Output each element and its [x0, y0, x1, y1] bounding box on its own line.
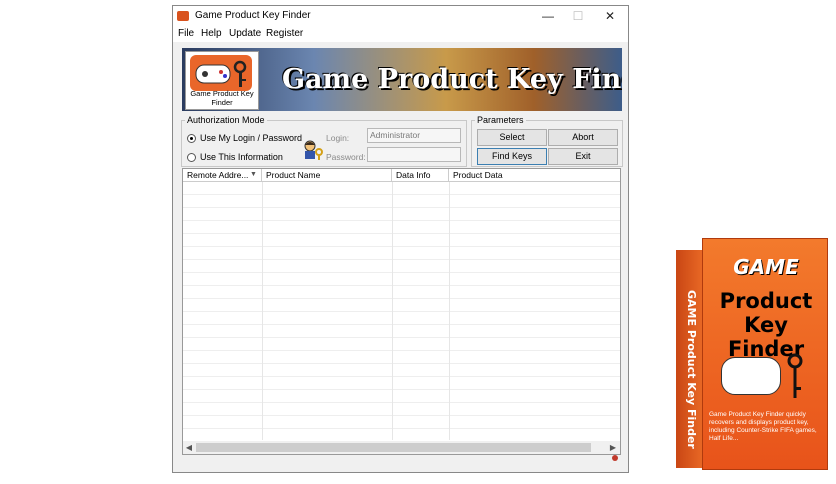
radio-use-info[interactable] — [187, 153, 196, 162]
parameters-group: Parameters Select Computers Abort Find K… — [471, 115, 623, 167]
find-keys-button[interactable]: Find Keys — [477, 148, 547, 165]
column-divider — [392, 182, 393, 440]
menu-update[interactable]: Update — [229, 28, 261, 39]
box-side-text: GAME Product Key Finder — [685, 290, 698, 449]
password-label: Password: — [326, 152, 366, 162]
key-icon — [787, 353, 803, 398]
column-product-data[interactable]: Product Data — [449, 169, 620, 181]
app-window: Game Product Key Finder — ☐ ✕ File Help … — [172, 5, 629, 473]
user-key-icon — [302, 139, 324, 161]
scroll-left-icon[interactable]: ◀ — [183, 441, 195, 454]
horizontal-scrollbar[interactable]: ◀ ▶ — [183, 441, 620, 454]
radio-use-login[interactable] — [187, 134, 196, 143]
table-header: Remote Addre... ▼ Product Name Data Info… — [183, 169, 620, 182]
auth-legend: Authorization Mode — [187, 115, 265, 125]
box-title-key-finder: Key Finder — [727, 313, 805, 361]
gamepad-key-icon — [190, 55, 252, 91]
results-table[interactable]: Remote Addre... ▼ Product Name Data Info… — [182, 168, 621, 455]
logo: Game Product Key Finder — [185, 51, 259, 110]
window-title: Game Product Key Finder — [195, 10, 311, 21]
authorization-mode-group: Authorization Mode Use My Login / Passwo… — [181, 115, 467, 167]
menu-file[interactable]: File — [178, 28, 194, 39]
box-front: GAME Product Key Finder Game Product Key… — [702, 238, 828, 470]
minimize-button[interactable]: — — [533, 6, 563, 26]
login-field[interactable]: Administrator — [367, 128, 461, 143]
exit-button[interactable]: Exit — [548, 148, 618, 165]
sort-down-icon: ▼ — [250, 171, 257, 178]
product-box-art: GAME Product Key Finder GAME Product Key… — [676, 238, 831, 476]
column-divider — [449, 182, 450, 440]
box-description: Game Product Key Finder quickly recovers… — [709, 411, 817, 442]
box-title-product: Product — [719, 289, 813, 313]
radio-use-info-label[interactable]: Use This Information — [200, 152, 283, 162]
status-indicator-icon — [612, 455, 618, 461]
title-bar: Game Product Key Finder — ☐ ✕ — [173, 6, 628, 26]
box-title-game: GAME — [733, 255, 799, 279]
banner-title: Game Product Key Finder — [282, 64, 622, 95]
menu-register[interactable]: Register — [266, 28, 303, 39]
scroll-right-icon[interactable]: ▶ — [607, 441, 619, 454]
radio-use-login-label[interactable]: Use My Login / Password — [200, 133, 302, 143]
scroll-thumb[interactable] — [196, 443, 591, 452]
abort-button[interactable]: Abort — [548, 129, 618, 146]
column-product-name[interactable]: Product Name — [262, 169, 392, 181]
login-label: Login: — [326, 133, 350, 143]
parameters-legend: Parameters — [477, 115, 524, 125]
gamepad-icon — [721, 357, 781, 395]
table-body — [183, 182, 620, 440]
close-button[interactable]: ✕ — [595, 6, 625, 26]
menu-bar: File Help Update Register — [173, 26, 628, 42]
select-computers-button[interactable]: Select Computers — [477, 129, 547, 157]
menu-help[interactable]: Help — [201, 28, 222, 39]
app-icon — [177, 11, 189, 21]
logo-label: Game Product Key Finder — [190, 89, 254, 107]
banner-image: Game Product Key Finder Game Product Key… — [182, 48, 622, 111]
maximize-button[interactable]: ☐ — [563, 6, 593, 26]
password-field[interactable] — [367, 147, 461, 162]
column-divider — [262, 182, 263, 440]
column-data-info[interactable]: Data Info — [392, 169, 449, 181]
box-side: GAME Product Key Finder — [676, 250, 704, 468]
